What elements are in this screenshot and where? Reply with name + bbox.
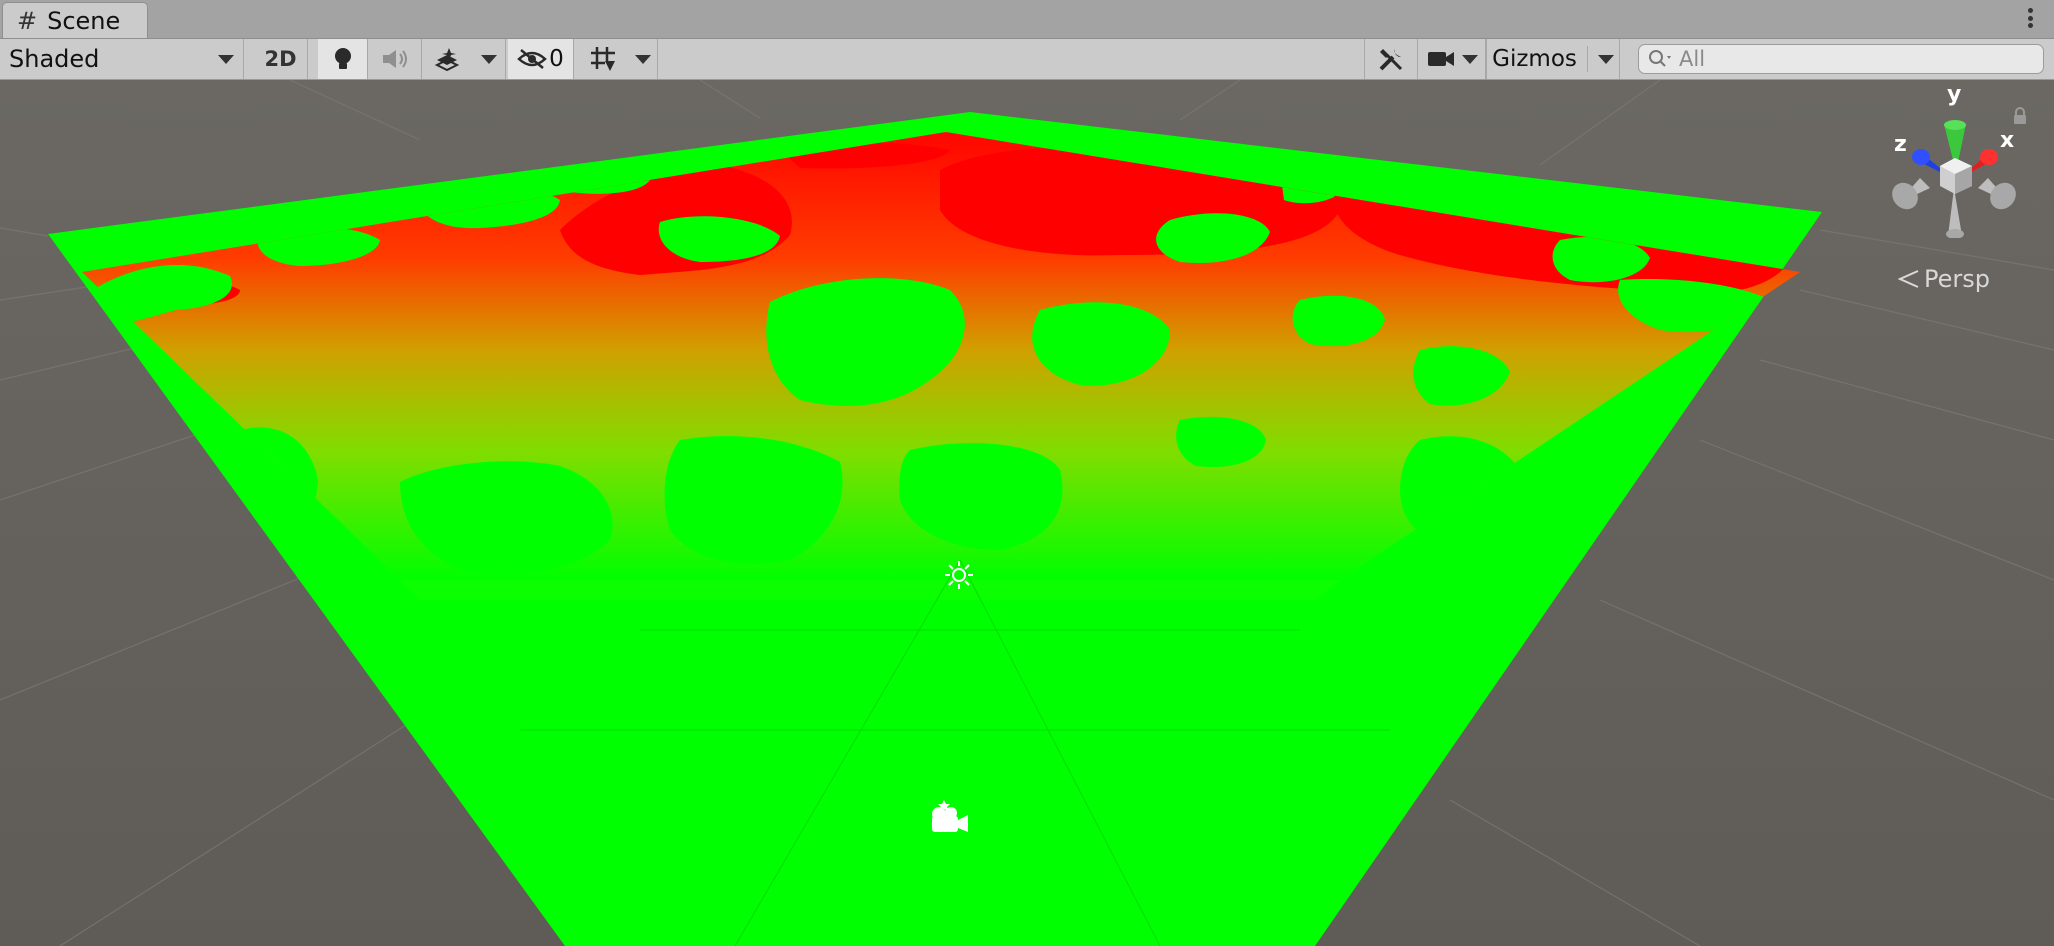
- tools-button[interactable]: [1364, 39, 1418, 79]
- scene-toolbar: Shaded 2D 0 Gizmos All: [0, 39, 2054, 80]
- chevron-down-icon: [218, 55, 234, 64]
- draw-mode-dropdown[interactable]: Shaded: [0, 39, 244, 79]
- projection-toggle[interactable]: Persp: [1898, 265, 1990, 293]
- draw-mode-label: Shaded: [9, 45, 100, 73]
- perspective-icon: [1898, 270, 1919, 288]
- axis-x-label: x: [2000, 128, 2015, 153]
- gizmos-dropdown[interactable]: Gizmos: [1486, 39, 1620, 79]
- camera-icon: [1427, 52, 1454, 66]
- gizmos-label: Gizmos: [1492, 46, 1577, 72]
- sun-light-icon[interactable]: [944, 560, 974, 590]
- chevron-down-icon: [634, 54, 651, 64]
- orientation-gizmo[interactable]: y x z: [1880, 82, 2030, 239]
- hash-icon: #: [17, 6, 38, 35]
- camera-settings-button[interactable]: [1418, 39, 1486, 79]
- scene-render: [0, 80, 2054, 946]
- axis-y-label: y: [1947, 82, 1962, 107]
- tools-icon: [1379, 49, 1403, 71]
- tab-bar: # Scene: [0, 0, 2054, 39]
- hidden-objects-button[interactable]: 0: [508, 39, 574, 79]
- effects-layers-icon: [434, 48, 460, 72]
- tab-scene-label: Scene: [47, 6, 121, 35]
- toggle-2d-label: 2D: [264, 47, 297, 71]
- grid-icon: [591, 47, 615, 71]
- light-bulb-icon: [334, 48, 351, 69]
- chevron-down-icon: [1461, 54, 1478, 64]
- tab-scene[interactable]: # Scene: [2, 2, 148, 38]
- effects-button[interactable]: [422, 39, 472, 79]
- search-icon: [1649, 50, 1671, 67]
- audio-toggle-button[interactable]: [368, 39, 422, 79]
- effects-dropdown-button[interactable]: [472, 39, 506, 79]
- grid-dropdown-button[interactable]: [628, 39, 658, 79]
- search-field[interactable]: [1638, 44, 2044, 74]
- grid-button[interactable]: [578, 39, 628, 79]
- projection-label: Persp: [1924, 265, 1990, 293]
- search-input[interactable]: [1679, 46, 2019, 72]
- hidden-eye-icon: [517, 49, 548, 69]
- axis-gizmo-icon: [1892, 120, 2016, 239]
- toggle-2d-button[interactable]: 2D: [254, 39, 308, 79]
- chevron-down-icon: [1597, 54, 1614, 64]
- kebab-menu-icon[interactable]: [2026, 4, 2034, 32]
- scene-camera-icon[interactable]: [926, 798, 972, 838]
- hidden-count: 0: [549, 46, 564, 72]
- axis-z-label: z: [1894, 132, 1907, 157]
- scene-viewport[interactable]: y x z Persp: [0, 80, 2054, 946]
- lighting-toggle-button[interactable]: [318, 39, 368, 79]
- chevron-down-icon: [480, 54, 497, 64]
- audio-icon: [382, 50, 407, 68]
